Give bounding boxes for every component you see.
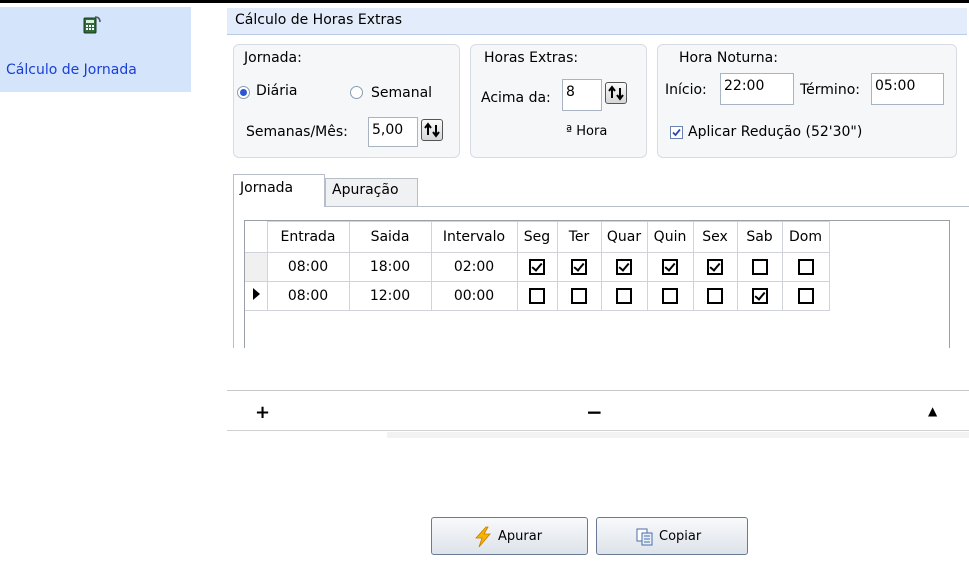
schedule-table: Entrada Saida Intervalo Seg Ter Quar Qui… <box>245 221 830 311</box>
day-cell <box>600 252 648 282</box>
radio-diaria[interactable] <box>237 86 250 99</box>
intervalo-cell[interactable]: 00:00 <box>430 281 518 311</box>
spin-arrows-icon <box>424 122 440 138</box>
jornada-group-label: Jornada: <box>244 50 302 66</box>
tab-panel-border <box>233 206 234 348</box>
column-header[interactable]: Saida <box>348 221 432 253</box>
navigator-top-line <box>227 390 969 391</box>
day-checkbox[interactable] <box>751 288 768 304</box>
day-checkbox[interactable] <box>571 288 587 304</box>
current-row-arrow-icon <box>252 288 260 300</box>
column-header[interactable]: Intervalo <box>430 221 518 253</box>
day-cell <box>736 252 783 282</box>
hora-noturna-group-label: Hora Noturna: <box>679 50 778 66</box>
day-cell <box>600 281 648 311</box>
row-indicator[interactable] <box>245 281 268 311</box>
column-header[interactable]: Dom <box>781 221 830 253</box>
day-cell <box>781 281 830 311</box>
day-checkbox[interactable] <box>751 259 768 275</box>
navigator-shadow <box>387 432 969 438</box>
tab-strip-line <box>233 206 969 207</box>
copiar-button[interactable]: Copiar <box>596 517 748 555</box>
above-label: Acima da: <box>481 90 551 106</box>
spin-arrows-icon <box>608 85 624 101</box>
day-checkbox[interactable] <box>529 259 545 275</box>
lightning-icon <box>475 526 491 548</box>
add-row-button[interactable]: + <box>255 402 270 423</box>
day-checkbox[interactable] <box>797 259 814 275</box>
weeks-per-month-label: Semanas/Mês: <box>246 124 348 140</box>
sidebar-item-label[interactable]: Cálculo de Jornada <box>6 62 137 78</box>
saida-cell[interactable]: 12:00 <box>348 281 432 311</box>
saida-cell[interactable]: 18:00 <box>348 252 432 282</box>
day-cell <box>556 281 602 311</box>
day-cell <box>692 281 738 311</box>
intervalo-cell[interactable]: 02:00 <box>430 252 518 282</box>
row-indicator-header <box>245 221 268 253</box>
day-cell <box>781 252 830 282</box>
apurar-button[interactable]: Apurar <box>431 517 588 555</box>
weeks-spinner[interactable] <box>421 119 443 141</box>
apply-reduction-checkbox[interactable] <box>670 126 683 139</box>
column-header[interactable]: Seg <box>516 221 558 253</box>
grid-header-row: Entrada Saida Intervalo Seg Ter Quar Qui… <box>245 221 830 253</box>
row-indicator[interactable] <box>245 252 268 282</box>
start-time-input[interactable]: 22:00 <box>720 73 794 105</box>
radio-semanal[interactable] <box>350 86 363 99</box>
column-header[interactable]: Quar <box>600 221 648 253</box>
copiar-button-label[interactable]: Copiar <box>659 529 701 544</box>
column-header[interactable]: Sab <box>736 221 783 253</box>
column-header[interactable]: Entrada <box>266 221 350 253</box>
radio-semanal-label[interactable]: Semanal <box>371 85 432 101</box>
day-checkbox[interactable] <box>707 259 723 275</box>
column-header[interactable]: Sex <box>692 221 738 253</box>
end-label: Término: <box>800 82 860 98</box>
day-cell <box>516 281 558 311</box>
day-cell <box>516 252 558 282</box>
schedule-grid: Entrada Saida Intervalo Seg Ter Quar Qui… <box>244 220 950 348</box>
remove-row-button[interactable]: − <box>586 400 603 424</box>
collapse-up-button[interactable]: ▲ <box>928 404 937 418</box>
above-hour-input[interactable]: 8 <box>562 79 602 111</box>
copy-icon <box>636 528 653 546</box>
tab-jornada[interactable]: Jornada <box>233 174 325 207</box>
form-title-bar: Cálculo de Horas Extras <box>227 8 967 35</box>
table-row[interactable]: 08:00 18:00 02:00 <box>245 252 830 282</box>
horas-extras-group-label: Horas Extras: <box>484 50 579 66</box>
tab-apuracao-label[interactable]: Apuração <box>332 182 399 198</box>
day-checkbox[interactable] <box>616 259 632 275</box>
day-cell <box>556 252 602 282</box>
apurar-button-label[interactable]: Apurar <box>498 529 542 544</box>
start-label: Início: <box>665 82 707 98</box>
table-row[interactable]: 08:00 12:00 00:00 <box>245 281 830 311</box>
day-checkbox[interactable] <box>797 288 814 304</box>
column-header[interactable]: Ter <box>556 221 602 253</box>
above-hour-spinner[interactable] <box>605 82 627 104</box>
day-checkbox[interactable] <box>529 288 545 304</box>
radio-diaria-label[interactable]: Diária <box>256 83 297 99</box>
tab-jornada-label[interactable]: Jornada <box>240 180 293 196</box>
entrada-cell[interactable]: 08:00 <box>266 252 350 282</box>
apply-reduction-label[interactable]: Aplicar Redução (52'30") <box>688 124 862 140</box>
hour-suffix-label: ª Hora <box>566 124 608 139</box>
checkmark-icon <box>672 128 681 137</box>
form-title: Cálculo de Horas Extras <box>235 12 403 28</box>
top-border <box>0 0 969 3</box>
day-checkbox[interactable] <box>662 259 678 275</box>
entrada-cell[interactable]: 08:00 <box>266 281 350 311</box>
weeks-per-month-input[interactable]: 5,00 <box>368 117 418 147</box>
day-cell <box>692 252 738 282</box>
day-cell <box>646 281 694 311</box>
day-cell <box>646 252 694 282</box>
calculator-icon <box>82 15 102 35</box>
day-cell <box>736 281 783 311</box>
end-time-input[interactable]: 05:00 <box>871 73 944 105</box>
column-header[interactable]: Quin <box>646 221 694 253</box>
day-checkbox[interactable] <box>662 288 678 304</box>
day-checkbox[interactable] <box>707 288 723 304</box>
navigator-bottom-line <box>227 430 969 431</box>
day-checkbox[interactable] <box>571 259 587 275</box>
tab-apuracao[interactable]: Apuração <box>325 178 418 206</box>
day-checkbox[interactable] <box>616 288 632 304</box>
